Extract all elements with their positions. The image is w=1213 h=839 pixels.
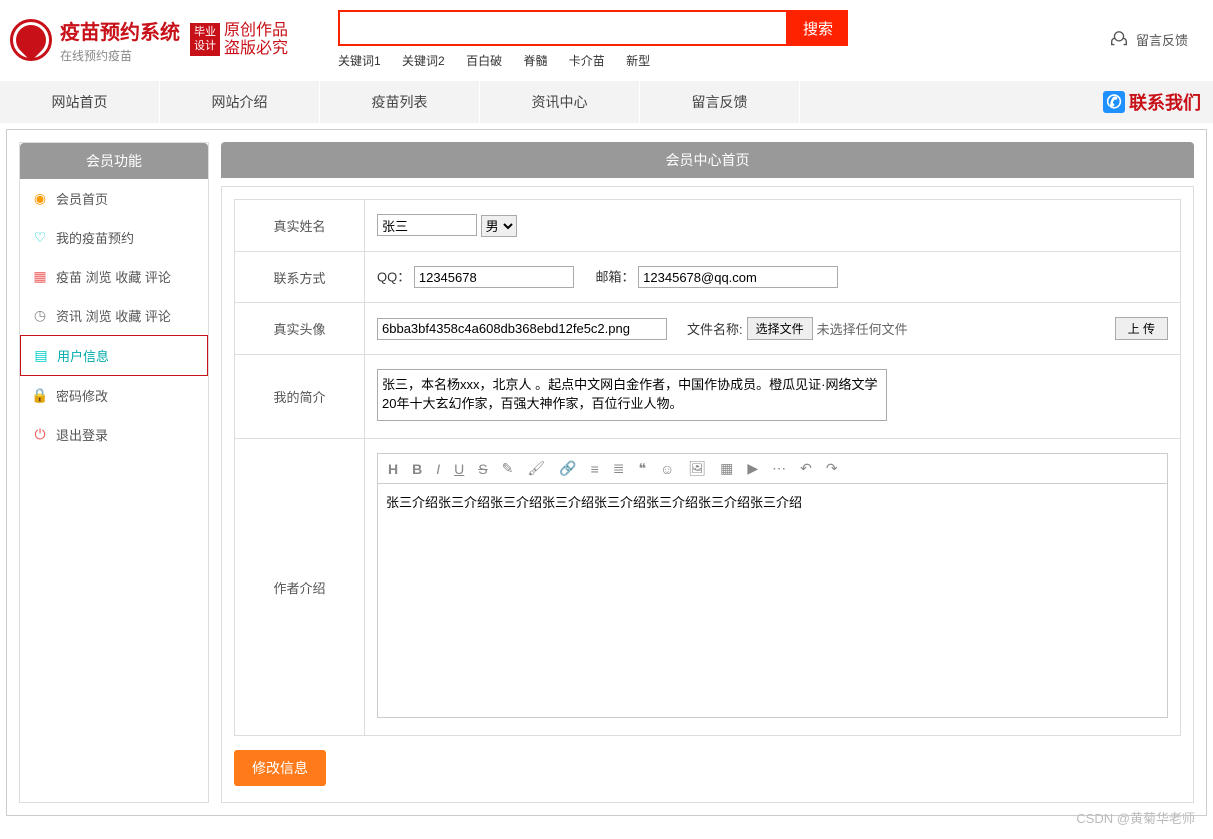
name-label: 真实姓名 [235, 200, 365, 252]
sidebar-item-home[interactable]: ◉ 会员首页 [20, 179, 208, 218]
nav-about[interactable]: 网站介绍 [160, 81, 320, 123]
stamp-script: 原创作品 盗版必究 [224, 22, 288, 57]
tb-italic-icon[interactable]: I [436, 461, 440, 477]
tb-list-icon[interactable]: ≡ [591, 461, 599, 477]
avatar-input[interactable] [377, 318, 667, 340]
power-icon: ⏻ [32, 427, 48, 443]
author-editor[interactable]: 张三介绍张三介绍张三介绍张三介绍张三介绍张三介绍张三介绍张三介绍 [377, 483, 1168, 718]
email-label: 邮箱： [596, 270, 635, 285]
file-prefix: 文件名称: [687, 319, 743, 338]
sidebar-item-logout[interactable]: ⏻ 退出登录 [20, 415, 208, 454]
avatar-label: 真实头像 [235, 303, 365, 355]
sidebar-item-label: 疫苗 浏览 收藏 评论 [56, 267, 171, 286]
qq-input[interactable] [414, 266, 574, 288]
sidebar-item-news-browse[interactable]: ◷ 资讯 浏览 收藏 评论 [20, 296, 208, 335]
nav-vaccines[interactable]: 疫苗列表 [320, 81, 480, 123]
tb-more-icon[interactable]: ⋯ [772, 460, 786, 477]
profile-icon: ▤ [33, 348, 49, 364]
bio-textarea[interactable]: 张三，本名杨xxx，北京人 。起点中文网白金作者，中国作协成员。橙瓜见证·网络文… [377, 369, 887, 421]
tb-emoji-icon[interactable]: ☺ [660, 461, 674, 477]
sidebar-item-appointments[interactable]: ♡ 我的疫苗预约 [20, 218, 208, 257]
tb-image-icon[interactable]: 🖼 [688, 460, 706, 477]
upload-button[interactable]: 上 传 [1115, 317, 1168, 340]
tb-bold-icon[interactable]: B [412, 461, 422, 477]
sidebar-item-label: 会员首页 [56, 189, 108, 208]
feedback-label: 留言反馈 [1136, 30, 1188, 49]
tb-brush-icon[interactable]: 🖌 [527, 460, 545, 477]
keyword-link[interactable]: 关键词2 [402, 54, 445, 68]
headset-icon [1108, 29, 1130, 51]
bio-label: 我的简介 [235, 355, 365, 439]
nav-feedback[interactable]: 留言反馈 [640, 81, 800, 123]
email-input[interactable] [638, 266, 838, 288]
tb-undo-icon[interactable]: ↶ [800, 460, 812, 477]
search-area: 搜索 关键词1 关键词2 百白破 脊髓 卡介苗 新型 [338, 10, 848, 69]
file-status: 未选择任何文件 [817, 319, 908, 338]
nav-news[interactable]: 资讯中心 [480, 81, 640, 123]
contact-label: 联系我们 [1129, 89, 1201, 115]
lock-icon: 🔒 [32, 388, 48, 404]
sidebar-item-password[interactable]: 🔒 密码修改 [20, 376, 208, 415]
sidebar-item-label: 用户信息 [57, 346, 109, 365]
tb-quote-icon[interactable]: ❝ [638, 460, 646, 477]
search-input[interactable] [338, 10, 788, 46]
tb-video-icon[interactable]: ▶ [747, 460, 758, 477]
logo-icon [10, 19, 52, 61]
site-title: 疫苗预约系统 [60, 16, 180, 45]
header: 疫苗预约系统 在线预约疫苗 毕业 设计 原创作品 盗版必究 搜索 关键词1 关键… [0, 0, 1213, 75]
sidebar-item-label: 我的疫苗预约 [56, 228, 134, 247]
nav-bar: 网站首页 网站介绍 疫苗列表 资讯中心 留言反馈 ✆ 联系我们 [0, 81, 1213, 123]
sidebar-item-vaccine-browse[interactable]: ▦ 疫苗 浏览 收藏 评论 [20, 257, 208, 296]
gender-select[interactable]: 男 [481, 215, 517, 237]
sidebar-item-label: 退出登录 [56, 425, 108, 444]
keyword-link[interactable]: 新型 [626, 54, 650, 68]
stamp-box: 毕业 设计 [190, 23, 220, 55]
qq-label: QQ： [377, 270, 410, 285]
stamp: 毕业 设计 原创作品 盗版必究 [190, 22, 288, 57]
tb-strike-icon[interactable]: S [478, 461, 487, 477]
sidebar-item-userinfo[interactable]: ▤ 用户信息 [20, 335, 208, 376]
watermark: CSDN @黄菊华老师 [1076, 808, 1195, 827]
sidebar-title: 会员功能 [20, 143, 208, 179]
tb-link-icon[interactable]: 🔗 [559, 460, 576, 477]
contact-label: 联系方式 [235, 252, 365, 303]
contact-us[interactable]: ✆ 联系我们 [1103, 89, 1201, 115]
form: 真实姓名 男 联系方式 QQ： 邮箱： [221, 186, 1194, 803]
tb-heading-icon[interactable]: H [388, 461, 398, 477]
tb-redo-icon[interactable]: ↷ [826, 460, 838, 477]
keyword-link[interactable]: 百白破 [466, 54, 502, 68]
search-button[interactable]: 搜索 [788, 10, 848, 46]
sidebar-item-label: 资讯 浏览 收藏 评论 [56, 306, 171, 325]
grid-icon: ▦ [32, 269, 48, 285]
sidebar: 会员功能 ◉ 会员首页 ♡ 我的疫苗预约 ▦ 疫苗 浏览 收藏 评论 ◷ 资讯 浏览 收… [19, 142, 209, 803]
content-title: 会员中心首页 [221, 142, 1194, 178]
submit-button[interactable]: 修改信息 [234, 750, 326, 786]
author-label: 作者介绍 [235, 439, 365, 736]
tb-pencil-icon[interactable]: ✎ [502, 460, 514, 477]
home-icon: ◉ [32, 191, 48, 207]
logo-area: 疫苗预约系统 在线预约疫苗 [10, 16, 180, 64]
keyword-link[interactable]: 脊髓 [523, 54, 547, 68]
keyword-link[interactable]: 卡介苗 [569, 54, 605, 68]
phone-icon: ✆ [1103, 91, 1125, 113]
content: 会员中心首页 真实姓名 男 联系方式 QQ： 邮箱： [221, 142, 1194, 803]
tb-table-icon[interactable]: ▦ [720, 460, 733, 477]
heart-icon: ♡ [32, 230, 48, 246]
name-input[interactable] [377, 214, 477, 236]
feedback-link[interactable]: 留言反馈 [1108, 29, 1188, 51]
tb-align-icon[interactable]: ≣ [613, 460, 625, 477]
clock-icon: ◷ [32, 308, 48, 324]
keyword-link[interactable]: 关键词1 [338, 54, 381, 68]
tb-underline-icon[interactable]: U [454, 461, 464, 477]
editor-toolbar: H B I U S ✎ 🖌 🔗 ≡ ≣ ❝ ☺ 🖼 [377, 453, 1168, 483]
choose-file-button[interactable]: 选择文件 [747, 317, 813, 340]
keyword-row: 关键词1 关键词2 百白破 脊髓 卡介苗 新型 [338, 52, 848, 69]
sidebar-item-label: 密码修改 [56, 386, 108, 405]
nav-home[interactable]: 网站首页 [0, 81, 160, 123]
site-subtitle: 在线预约疫苗 [60, 47, 180, 64]
